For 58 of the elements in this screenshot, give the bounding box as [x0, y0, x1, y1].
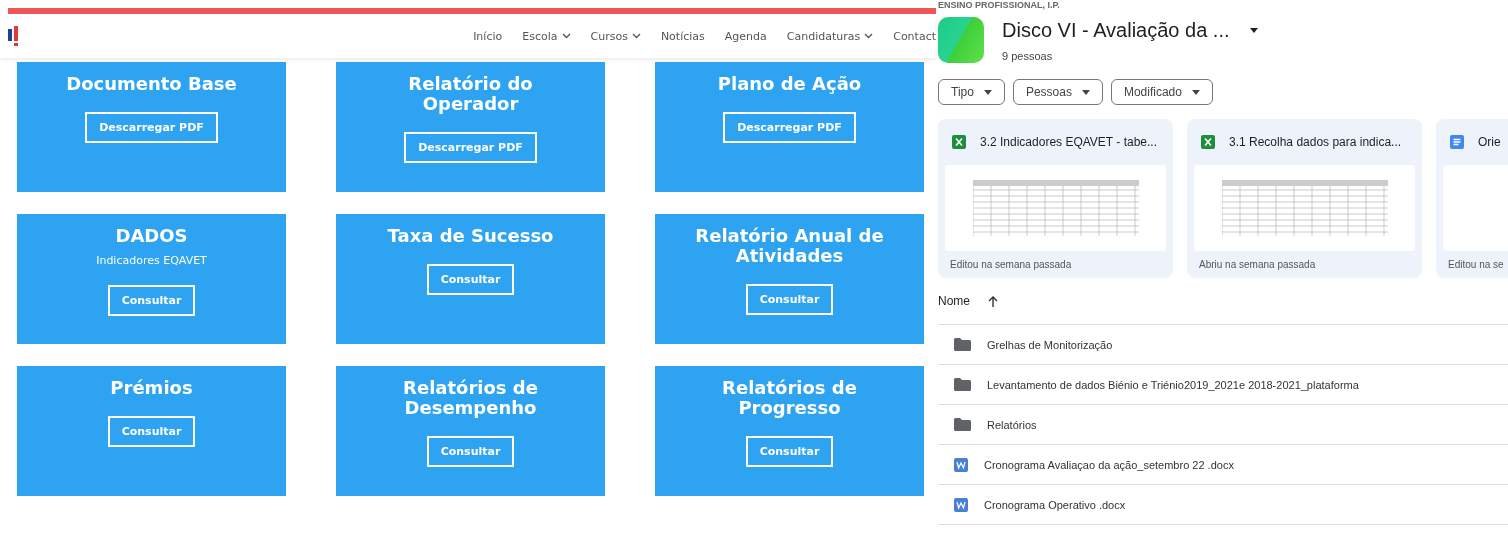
folder-avatar-image — [938, 17, 984, 63]
caret-icon — [1249, 27, 1258, 33]
members-count: 9 pessoas — [1002, 49, 1054, 62]
folder-icon — [954, 418, 971, 431]
file-activity: Editou na semana passada — [949, 258, 1073, 270]
nav-link[interactable]: Escola — [522, 29, 571, 43]
card-title: Plano de Ação — [717, 74, 862, 94]
suggested-file-card[interactable]: Orie Editou na se — [1436, 119, 1508, 278]
card-title: Taxa de Sucesso — [387, 226, 554, 246]
suggested-file-card[interactable]: 3.2 Indicadores EQAVET - tabe... Editou na semana passada — [938, 119, 1173, 278]
file-name: 3.1 Recolha dados para indica... — [1229, 135, 1402, 149]
nav-link[interactable]: Início — [473, 29, 503, 43]
organization-name: ENSINO PROFISSIONAL, I.P. — [938, 0, 1061, 11]
filter-chip[interactable]: Tipo — [938, 79, 1005, 105]
file-name: Levantamento de dados Biénio e Triénio2019_2021e 2018-2021_plataforma — [987, 378, 1359, 391]
file-name: Orie — [1478, 135, 1501, 149]
file-name: Relatórios — [987, 418, 1037, 431]
card-title: DADOS — [115, 226, 188, 246]
file-row[interactable]: Cronograma Avaliaçao da ação_setembro 22 .docx — [938, 445, 1508, 485]
filter-chip[interactable]: Modificado — [1110, 79, 1213, 105]
column-header[interactable]: Nome — [938, 294, 970, 308]
folder-title: Disco VI - Avaliação da ... — [1002, 18, 1230, 42]
suggested-file-card[interactable]: 3.1 Recolha dados para indica... Abriu na semana passada — [1187, 119, 1422, 278]
card-title: Relatório do Operador — [407, 74, 534, 114]
card-title: Relatórios de Progresso — [721, 378, 858, 418]
file-name: 3.2 Indicadores EQAVET - tabe... — [980, 135, 1157, 149]
caret-icon — [1191, 89, 1200, 95]
file-name: Grelhas de Monitorização — [987, 338, 1113, 351]
file-row[interactable]: Relatórios — [938, 405, 1508, 445]
card-subtitle: Indicadores EQAVET — [96, 254, 207, 267]
file-name: Cronograma Operativo .docx — [984, 498, 1126, 511]
word-document-icon — [954, 457, 968, 472]
file-name: Cronograma Avaliaçao da ação_setembro 22 .docx — [984, 458, 1234, 471]
spreadsheet-icon — [952, 135, 966, 149]
caret-icon — [983, 89, 992, 95]
logo-icon — [8, 26, 18, 46]
card-title: Prémios — [110, 378, 193, 398]
file-row[interactable]: Grelhas de Monitorização — [938, 325, 1508, 365]
nav-link[interactable]: Agenda — [724, 29, 767, 43]
file-activity: Editou na se — [1447, 258, 1505, 270]
folder-icon — [954, 378, 971, 391]
file-activity: Abriu na semana passada — [1198, 258, 1317, 270]
card-title: Documento Base — [66, 74, 237, 94]
spreadsheet-icon — [1201, 135, 1215, 149]
document-icon — [1450, 135, 1464, 149]
card-title: Relatórios de Desempenho — [402, 378, 539, 418]
arrow-up-icon[interactable] — [988, 295, 998, 307]
nav-link[interactable]: Notícias — [660, 29, 705, 43]
card-title: Relatório Anual de Atividades — [694, 226, 885, 266]
nav-link[interactable]: Contact — [893, 29, 936, 43]
file-row[interactable]: Levantamento de dados Biénio e Triénio2019_2021e 2018-2021_plataforma — [938, 365, 1508, 405]
caret-icon — [1081, 89, 1090, 95]
folder-icon — [954, 338, 971, 351]
nav-link[interactable]: Candidaturas — [786, 29, 874, 43]
filter-chip[interactable]: Pessoas — [1012, 79, 1103, 105]
file-row[interactable]: Cronograma Operativo .docx — [938, 485, 1508, 525]
word-document-icon — [954, 497, 968, 512]
nav-link[interactable]: Cursos — [590, 29, 641, 43]
